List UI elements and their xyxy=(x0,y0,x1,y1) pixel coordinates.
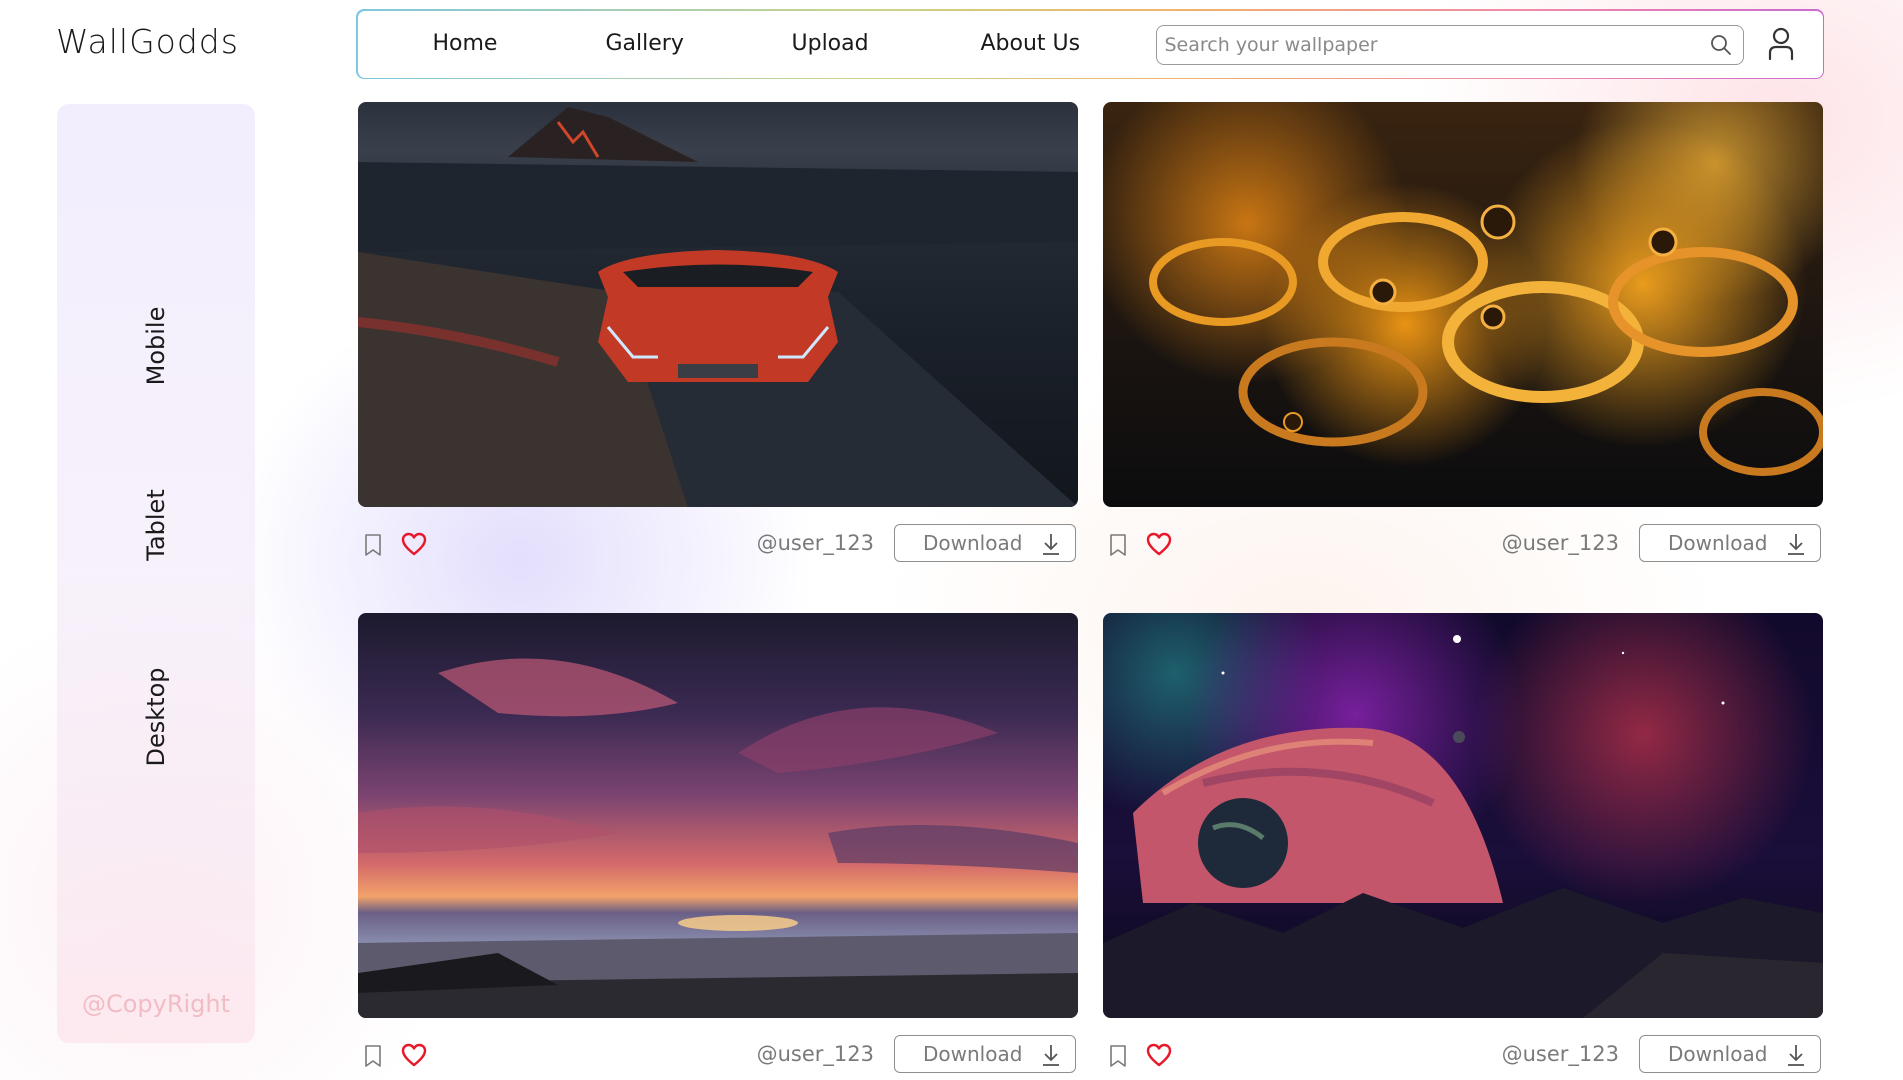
download-icon xyxy=(1788,534,1804,555)
download-button[interactable]: Download xyxy=(1639,524,1821,562)
top-navbar-inner: Home Gallery Upload About Us xyxy=(357,10,1823,78)
nav-link-about-us[interactable]: About Us xyxy=(981,31,1081,56)
user-icon[interactable] xyxy=(1767,27,1795,61)
download-button-label: Download xyxy=(923,531,1023,555)
heart-icon[interactable] xyxy=(1146,532,1172,556)
download-button-label: Download xyxy=(923,1042,1023,1066)
search-box xyxy=(1155,24,1744,65)
card-meta: @user_123 Download xyxy=(358,519,1078,565)
copyright-text: @CopyRight xyxy=(81,990,231,1018)
download-icon xyxy=(1043,534,1059,555)
search-icon[interactable] xyxy=(1709,33,1733,57)
search-input[interactable] xyxy=(1164,31,1705,58)
download-icon xyxy=(1043,1045,1059,1066)
uploader-username[interactable]: @user_123 xyxy=(1502,1042,1619,1066)
download-button[interactable]: Download xyxy=(894,524,1076,562)
uploader-username[interactable]: @user_123 xyxy=(1502,531,1619,555)
wallpaper-image[interactable] xyxy=(358,613,1078,1018)
sidebar-item-mobile[interactable]: Mobile xyxy=(142,307,170,386)
download-button[interactable]: Download xyxy=(1639,1035,1821,1073)
wallpaper-art xyxy=(1103,635,1823,1018)
wallpaper-image[interactable] xyxy=(1103,613,1823,1018)
brand-logo[interactable]: WallGodds xyxy=(56,22,239,61)
bookmark-icon[interactable] xyxy=(1109,533,1127,557)
wallpaper-card: @user_123 Download xyxy=(1103,102,1823,565)
heart-icon[interactable] xyxy=(1146,1043,1172,1067)
card-meta: @user_123 Download xyxy=(1103,1030,1823,1076)
wallpaper-image[interactable] xyxy=(1103,102,1823,507)
sidebar-item-desktop[interactable]: Desktop xyxy=(142,668,170,767)
wallpaper-card: @user_123 Download xyxy=(1103,613,1823,1076)
uploader-username[interactable]: @user_123 xyxy=(757,531,874,555)
wallpaper-art xyxy=(358,658,1078,1018)
nav-link-upload[interactable]: Upload xyxy=(792,31,869,56)
bookmark-icon[interactable] xyxy=(364,533,382,557)
download-button-label: Download xyxy=(1668,1042,1768,1066)
wallpaper-card: @user_123 Download xyxy=(358,102,1078,565)
download-button-label: Download xyxy=(1668,531,1768,555)
nav-link-gallery[interactable]: Gallery xyxy=(606,31,684,56)
wallpaper-art xyxy=(358,107,1078,507)
heart-icon[interactable] xyxy=(401,532,427,556)
device-sidebar: Mobile Tablet Desktop @CopyRight xyxy=(57,104,255,1043)
uploader-username[interactable]: @user_123 xyxy=(757,1042,874,1066)
sidebar-item-tablet[interactable]: Tablet xyxy=(142,489,170,560)
heart-icon[interactable] xyxy=(401,1043,427,1067)
card-meta: @user_123 Download xyxy=(358,1030,1078,1076)
bookmark-icon[interactable] xyxy=(1109,1044,1127,1068)
download-button[interactable]: Download xyxy=(894,1035,1076,1073)
wallpaper-card: @user_123 Download xyxy=(358,613,1078,1076)
wallpaper-image[interactable] xyxy=(358,102,1078,507)
top-navbar: Home Gallery Upload About Us xyxy=(356,9,1824,79)
bookmark-icon[interactable] xyxy=(364,1044,382,1068)
card-meta: @user_123 Download xyxy=(1103,519,1823,565)
nav-link-home[interactable]: Home xyxy=(433,31,498,56)
download-icon xyxy=(1788,1045,1804,1066)
wallpaper-art xyxy=(1149,204,1823,476)
